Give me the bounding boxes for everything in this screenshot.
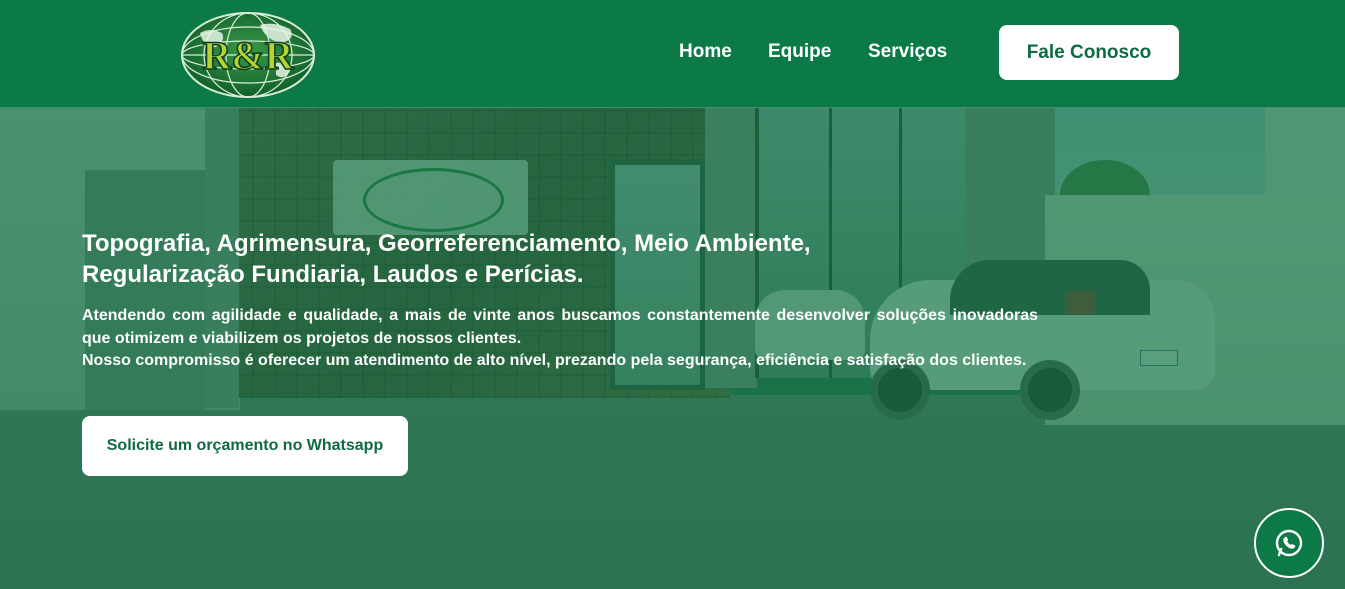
nav-servicos[interactable]: Serviços	[868, 41, 947, 63]
globe-logo-icon: R&R	[181, 12, 315, 98]
site-header: R&R Home Equipe Serviços Fale Conosco	[0, 0, 1345, 107]
contact-button[interactable]: Fale Conosco	[999, 25, 1179, 80]
hero-description: Atendendo com agilidade e qualidade, a m…	[82, 305, 1038, 373]
whatsapp-quote-button[interactable]: Solicite um orçamento no Whatsapp	[82, 416, 408, 476]
hero-paragraph-1: Atendendo com agilidade e qualidade, a m…	[82, 307, 1038, 347]
svg-text:R&R: R&R	[202, 33, 294, 78]
company-logo[interactable]: R&R	[180, 11, 316, 99]
whatsapp-icon	[1275, 529, 1303, 557]
hero-title-line1: Topografia, Agrimensura, Georreferenciam…	[82, 230, 811, 257]
hero-title-line2: Regularização Fundiaria, Laudos e Períci…	[82, 261, 584, 288]
nav-equipe[interactable]: Equipe	[768, 41, 831, 63]
nav-home[interactable]: Home	[679, 41, 732, 63]
floating-whatsapp-button[interactable]	[1254, 508, 1324, 578]
hero-title: Topografia, Agrimensura, Georreferenciam…	[82, 228, 982, 290]
hero-paragraph-2: Nosso compromisso é oferecer um atendime…	[82, 352, 1027, 369]
